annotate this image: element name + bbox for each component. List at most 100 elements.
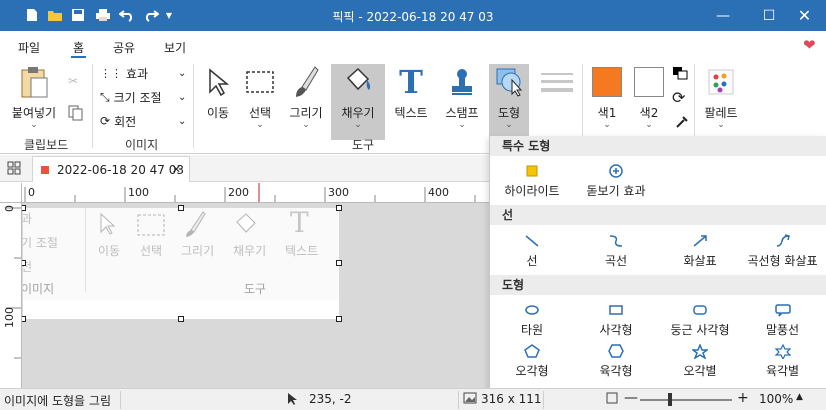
tool-select-button[interactable]: 선택 ⌄ xyxy=(240,64,280,134)
zoom-slider-thumb[interactable] xyxy=(668,393,672,406)
tool-draw-button[interactable]: 그리기 ⌄ xyxy=(285,64,327,134)
star-five-icon xyxy=(658,342,742,360)
resize-handle[interactable] xyxy=(22,205,26,211)
color2-button[interactable]: 색2 ⌄ xyxy=(631,64,667,134)
image-size-icon xyxy=(463,392,477,404)
speech-bubble-icon xyxy=(738,301,826,319)
eyedropper-icon[interactable] xyxy=(674,114,690,133)
tab-share[interactable]: 공유 xyxy=(113,39,135,56)
hexagon-icon xyxy=(574,342,658,360)
resize-handle[interactable] xyxy=(22,260,26,266)
chevron-down-icon: ⌄ xyxy=(178,91,187,103)
zoom-level[interactable]: 100% xyxy=(759,392,793,406)
tool-move-button[interactable]: 이동 xyxy=(198,64,238,134)
tab-home[interactable]: 홈 xyxy=(70,39,87,58)
resize-handle[interactable] xyxy=(336,260,342,266)
tool-stamp-button[interactable]: 스탬프 ⌄ xyxy=(440,64,484,134)
shape-item-line[interactable]: 선 xyxy=(490,232,574,269)
swap-default-colors-icon[interactable] xyxy=(672,66,688,83)
palette-button[interactable]: 팔레트 ⌄ xyxy=(700,64,742,134)
highlight-icon xyxy=(490,162,574,180)
resize-handle[interactable] xyxy=(22,316,26,322)
ruler-tick-label: 400 xyxy=(428,186,449,199)
section-header-special: 특수 도형 xyxy=(490,136,826,156)
text-t-icon: T xyxy=(399,63,423,101)
chevron-up-icon[interactable]: ▲ xyxy=(796,392,803,402)
tool-text-button[interactable]: T 텍스트 xyxy=(389,63,433,134)
chevron-down-icon: ⌄ xyxy=(178,115,187,127)
chevron-down-icon: ⌄ xyxy=(717,120,725,130)
fit-to-window-icon[interactable] xyxy=(606,392,618,404)
shape-item-speech-bubble[interactable]: 말풍선 xyxy=(738,301,826,338)
cut-icon[interactable]: ✂ xyxy=(68,70,78,92)
shape-item-magnifier[interactable]: 돋보기 효과 xyxy=(574,162,658,199)
tab-file[interactable]: 파일 xyxy=(18,39,40,56)
selection-rectangle-icon xyxy=(137,214,165,239)
copy-icon[interactable] xyxy=(68,102,84,124)
close-tab-icon[interactable]: ✕ xyxy=(172,163,181,176)
shape-item-curve[interactable]: 곡선 xyxy=(574,232,658,269)
text-t-icon: T xyxy=(290,208,309,239)
ruler-tick-label: 100 xyxy=(3,307,16,328)
ribbon-separator xyxy=(193,64,194,148)
shape-icon xyxy=(489,64,529,100)
document-tab[interactable]: 2022-06-18 20 47 03 ✕ xyxy=(32,156,190,182)
image-text: 채우기 xyxy=(233,244,267,258)
resize-handle[interactable] xyxy=(336,205,342,211)
paste-button[interactable]: 붙여넣기 ⌄ xyxy=(8,64,60,134)
minimize-button[interactable]: — xyxy=(700,0,746,31)
zoom-out-button[interactable]: — xyxy=(624,390,638,406)
shape-item-six-point-star[interactable]: 육각별 xyxy=(738,342,826,379)
shape-item-ellipse[interactable]: 타원 xyxy=(490,301,574,338)
palette-icon xyxy=(700,64,742,100)
image-canvas[interactable]: 과 기 조절 전 이미지 T 이동 선택 그리기 채우기 텍스트 도구 xyxy=(23,208,339,319)
rotate-button[interactable]: ⟳ 회전 ⌄ xyxy=(100,110,186,132)
resize-button[interactable]: ⤡ 크기 조절 ⌄ xyxy=(100,86,186,108)
close-button[interactable]: ✕ xyxy=(783,0,826,31)
zoom-slider[interactable] xyxy=(640,399,732,401)
magnifier-plus-icon xyxy=(574,162,658,180)
ribbon-separator xyxy=(92,64,93,148)
tab-view[interactable]: 보기 xyxy=(164,39,186,56)
section-header-lines: 선 xyxy=(490,205,826,225)
swap-colors-icon[interactable]: ⟳ xyxy=(672,88,685,107)
image-text: 도구 xyxy=(244,282,267,296)
image-text: 텍스트 xyxy=(285,244,319,258)
shape-item-arrow[interactable]: 화살표 xyxy=(658,232,742,269)
resize-handle[interactable] xyxy=(178,316,184,322)
image-size: 316 x 111 xyxy=(481,392,542,406)
chevron-down-icon: ⌄ xyxy=(30,120,38,130)
image-text: 그리기 xyxy=(181,244,215,258)
line-width-icon[interactable] xyxy=(541,70,573,98)
ellipse-icon xyxy=(490,301,574,319)
heart-icon[interactable]: ❤ xyxy=(803,36,816,54)
shape-item-five-point-star[interactable]: 오각별 xyxy=(658,342,742,379)
shape-item-highlight[interactable]: 하이라이트 xyxy=(490,162,574,199)
tool-shape-button[interactable]: 도형 ⌄ xyxy=(489,64,529,140)
grid-view-icon[interactable] xyxy=(7,161,21,178)
resize-handle[interactable] xyxy=(178,205,184,211)
brush-icon xyxy=(183,210,207,241)
status-message: 이미지에 도형을 그림 xyxy=(4,394,111,408)
pentagon-icon xyxy=(490,342,574,360)
canvas-area[interactable]: 과 기 조절 전 이미지 T 이동 선택 그리기 채우기 텍스트 도구 xyxy=(22,203,489,388)
ruler-tick-label: 200 xyxy=(228,186,249,199)
color1-swatch xyxy=(592,67,622,97)
shape-item-hexagon[interactable]: 육각형 xyxy=(574,342,658,379)
shape-item-pentagon[interactable]: 오각형 xyxy=(490,342,574,379)
resize-handle[interactable] xyxy=(336,316,342,322)
zoom-in-button[interactable]: + xyxy=(737,390,749,406)
effect-button[interactable]: ⋮⋮ 효과 ⌄ xyxy=(100,62,186,84)
shape-item-rectangle[interactable]: 사각형 xyxy=(574,301,658,338)
stamp-icon xyxy=(440,64,484,100)
shape-item-curved-arrow[interactable]: 곡선형 화살표 xyxy=(738,232,826,269)
cursor-position-icon xyxy=(286,392,298,406)
section-header-shapes: 도형 xyxy=(490,275,826,295)
shape-item-rounded-rectangle[interactable]: 둥근 사각형 xyxy=(654,301,746,338)
ruler-tick-label: 0 xyxy=(28,186,35,199)
tool-fill-button[interactable]: 채우기 ⌄ xyxy=(331,64,385,140)
ruler-horizontal: 0 100 200 300 400 xyxy=(22,183,489,203)
effect-icon: ⋮⋮ xyxy=(100,66,122,80)
color1-button[interactable]: 색1 ⌄ xyxy=(589,64,625,134)
color2-swatch xyxy=(634,67,664,97)
